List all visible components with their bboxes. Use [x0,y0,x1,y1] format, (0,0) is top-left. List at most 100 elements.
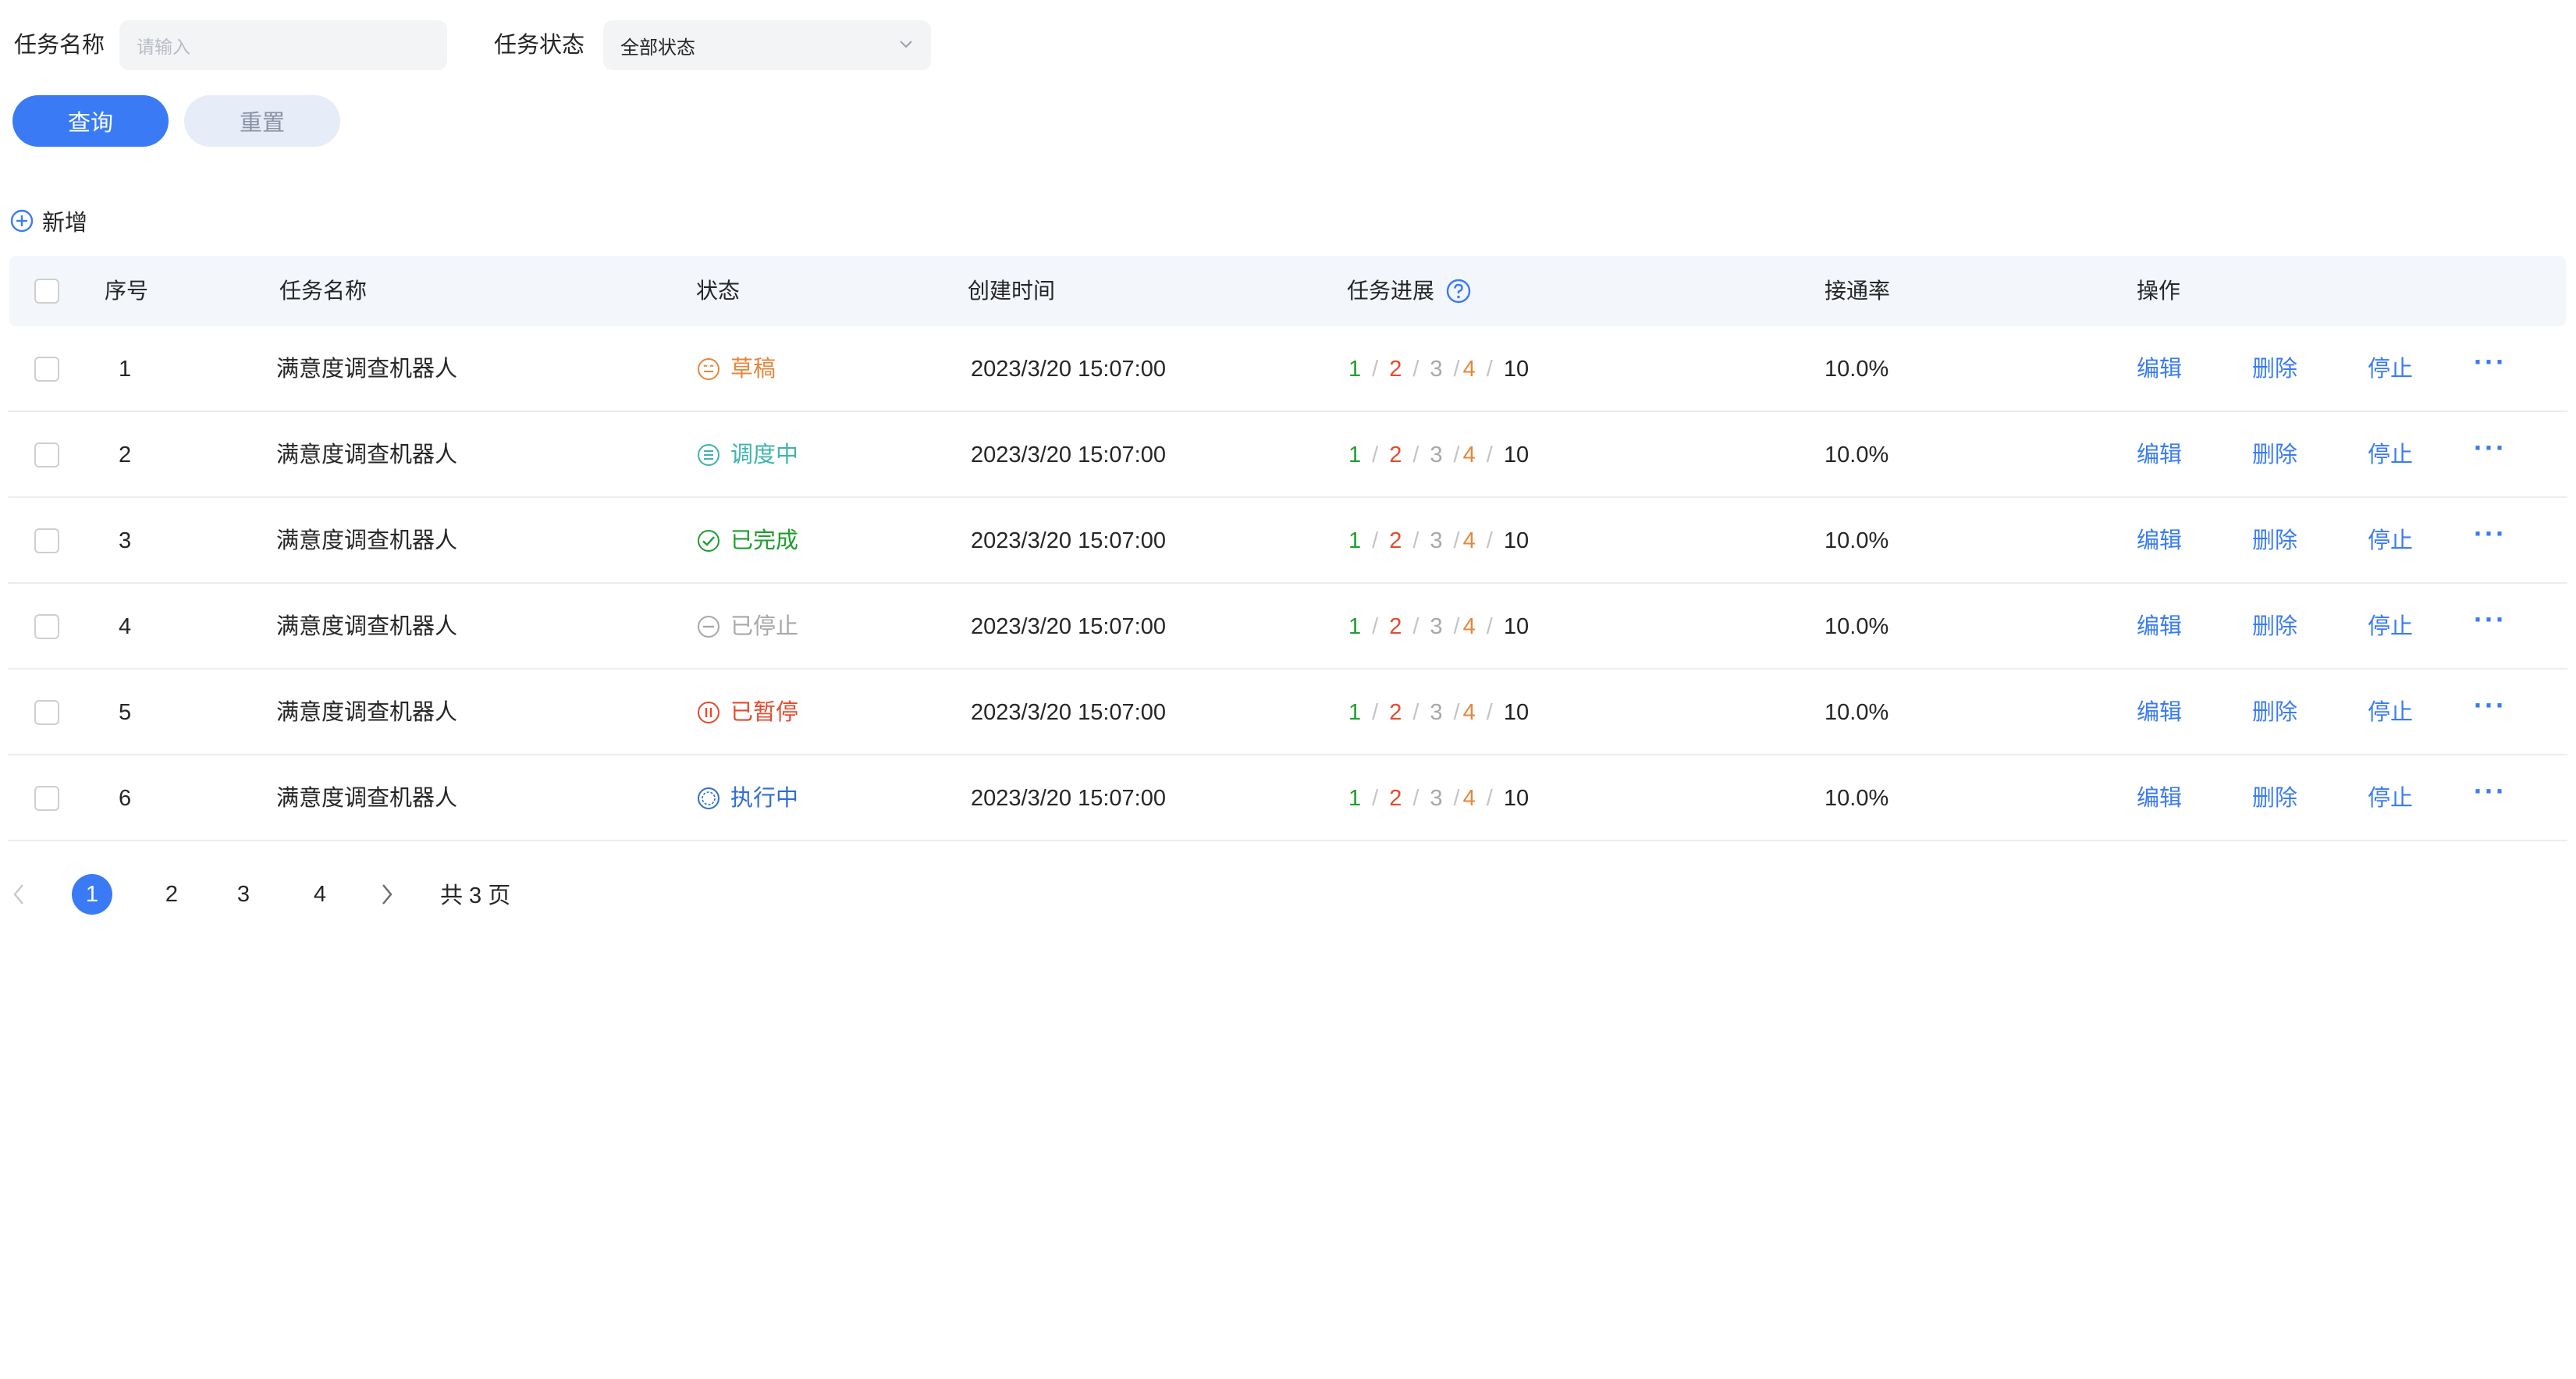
edit-button[interactable]: 编辑 [2137,354,2182,385]
stop-button[interactable]: 停止 [2368,611,2413,642]
add-button[interactable]: 新增 [9,204,87,237]
edit-button[interactable]: 编辑 [2137,439,2182,471]
task-status-select[interactable]: 全部状态 [603,20,931,70]
more-icon[interactable]: ··· [2474,518,2507,549]
row-checkbox[interactable] [34,700,59,725]
delete-button[interactable]: 删除 [2252,783,2297,814]
help-icon[interactable] [1445,278,1472,304]
row-checkbox[interactable] [34,357,59,382]
page-2[interactable]: 2 [151,874,192,915]
edit-button[interactable]: 编辑 [2137,783,2182,814]
delete-button[interactable]: 删除 [2252,525,2297,556]
row-created-time: 2023/3/20 15:07:00 [971,700,1166,725]
header-rate: 接通率 [1825,279,1891,303]
chevron-right-icon[interactable] [379,882,395,907]
task-name-input[interactable]: 请输入 [119,20,447,70]
row-status: 已停止 [696,611,798,642]
delete-button[interactable]: 删除 [2252,611,2297,642]
row-created-time: 2023/3/20 15:07:00 [971,357,1166,382]
row-index: 2 [119,442,132,467]
progress-total: 10 [1503,357,1530,382]
progress-value-1: 1 [1348,528,1362,553]
row-checkbox[interactable] [34,786,59,811]
more-icon[interactable]: ··· [2474,690,2507,721]
reset-button[interactable]: 重置 [184,95,340,147]
page-1[interactable]: 1 [72,874,112,915]
delete-button[interactable]: 删除 [2252,697,2297,728]
row-divider [8,840,2567,841]
row-status-label: 已停止 [730,614,799,639]
row-index: 5 [119,700,132,725]
row-checkbox[interactable] [34,442,59,467]
page-3[interactable]: 3 [223,874,264,915]
row-created-time: 2023/3/20 15:07:00 [971,614,1166,639]
row-progress: 1/2/3/4/10 [1348,442,1530,467]
row-index: 1 [119,357,132,382]
edit-button[interactable]: 编辑 [2137,525,2182,556]
more-icon[interactable]: ··· [2474,776,2507,807]
stop-button[interactable]: 停止 [2368,697,2413,728]
task-status-value: 全部状态 [620,37,695,59]
progress-value-1: 1 [1348,357,1362,382]
header-status: 状态 [696,279,741,303]
row-progress: 1/2/3/4/10 [1348,700,1530,725]
delete-button[interactable]: 删除 [2252,354,2297,385]
progress-value-2: 2 [1389,786,1402,811]
stop-button[interactable]: 停止 [2368,439,2413,471]
pagination-total: 共 3 页 [440,883,511,908]
progress-total: 10 [1503,614,1530,639]
row-task-name: 满意度调查机器人 [276,786,458,811]
progress-value-4: 4 [1462,442,1476,467]
row-connect-rate: 10.0% [1825,786,1889,811]
row-task-name: 满意度调查机器人 [276,700,458,725]
progress-value-4: 4 [1462,528,1476,553]
progress-value-3: 3 [1430,700,1443,725]
stop-button[interactable]: 停止 [2368,525,2413,556]
row-checkbox[interactable] [34,614,59,639]
more-icon[interactable]: ··· [2474,604,2507,635]
minus-circle-icon [698,616,720,638]
header-created: 创建时间 [968,279,1056,303]
progress-value-1: 1 [1348,614,1362,639]
pagination: 1234 共 3 页 [0,866,624,921]
draft-icon [698,358,720,380]
query-button[interactable]: 查询 [12,95,169,147]
more-icon[interactable]: ··· [2474,347,2507,378]
row-task-name: 满意度调查机器人 [276,528,458,553]
edit-button[interactable]: 编辑 [2137,697,2182,728]
chevron-left-icon[interactable] [11,882,27,907]
task-name-label: 任务名称 [14,33,105,58]
progress-value-2: 2 [1389,357,1402,382]
table-header: 序号 任务名称 状态 创建时间 任务进展 接通率 操作 [9,256,2566,326]
row-created-time: 2023/3/20 15:07:00 [971,786,1166,811]
table-row: 1 满意度调查机器人 草稿 2023/3/20 15:07:00 1/2/3/4/10 1… [0,326,2576,412]
row-checkbox[interactable] [34,528,59,553]
row-status-label: 已暂停 [730,700,799,725]
table-row: 3 满意度调查机器人 已完成 2023/3/20 15:07:00 1/2/3/4/10… [0,498,2576,584]
stop-button[interactable]: 停止 [2368,354,2413,385]
row-created-time: 2023/3/20 15:07:00 [971,528,1166,553]
row-connect-rate: 10.0% [1825,357,1889,382]
progress-value-2: 2 [1389,614,1402,639]
pause-circle-icon [698,702,720,723]
delete-button[interactable]: 删除 [2252,439,2297,471]
progress-value-3: 3 [1430,528,1443,553]
edit-button[interactable]: 编辑 [2137,611,2182,642]
row-status: 已暂停 [696,697,798,728]
more-icon[interactable]: ··· [2474,432,2507,464]
row-index: 3 [119,528,132,553]
progress-value-4: 4 [1462,357,1476,382]
row-task-name: 满意度调查机器人 [276,357,458,382]
header-index: 序号 [105,279,149,303]
header-actions: 操作 [2137,279,2181,303]
progress-total: 10 [1503,528,1530,553]
select-all-checkbox[interactable] [34,279,59,304]
progress-total: 10 [1503,442,1530,467]
progress-value-3: 3 [1430,786,1443,811]
header-progress-label: 任务进展 [1347,279,1435,303]
progress-value-4: 4 [1462,614,1476,639]
header-progress: 任务进展 [1347,275,1472,307]
row-connect-rate: 10.0% [1825,442,1889,467]
stop-button[interactable]: 停止 [2368,783,2413,814]
page-4[interactable]: 4 [300,874,340,915]
